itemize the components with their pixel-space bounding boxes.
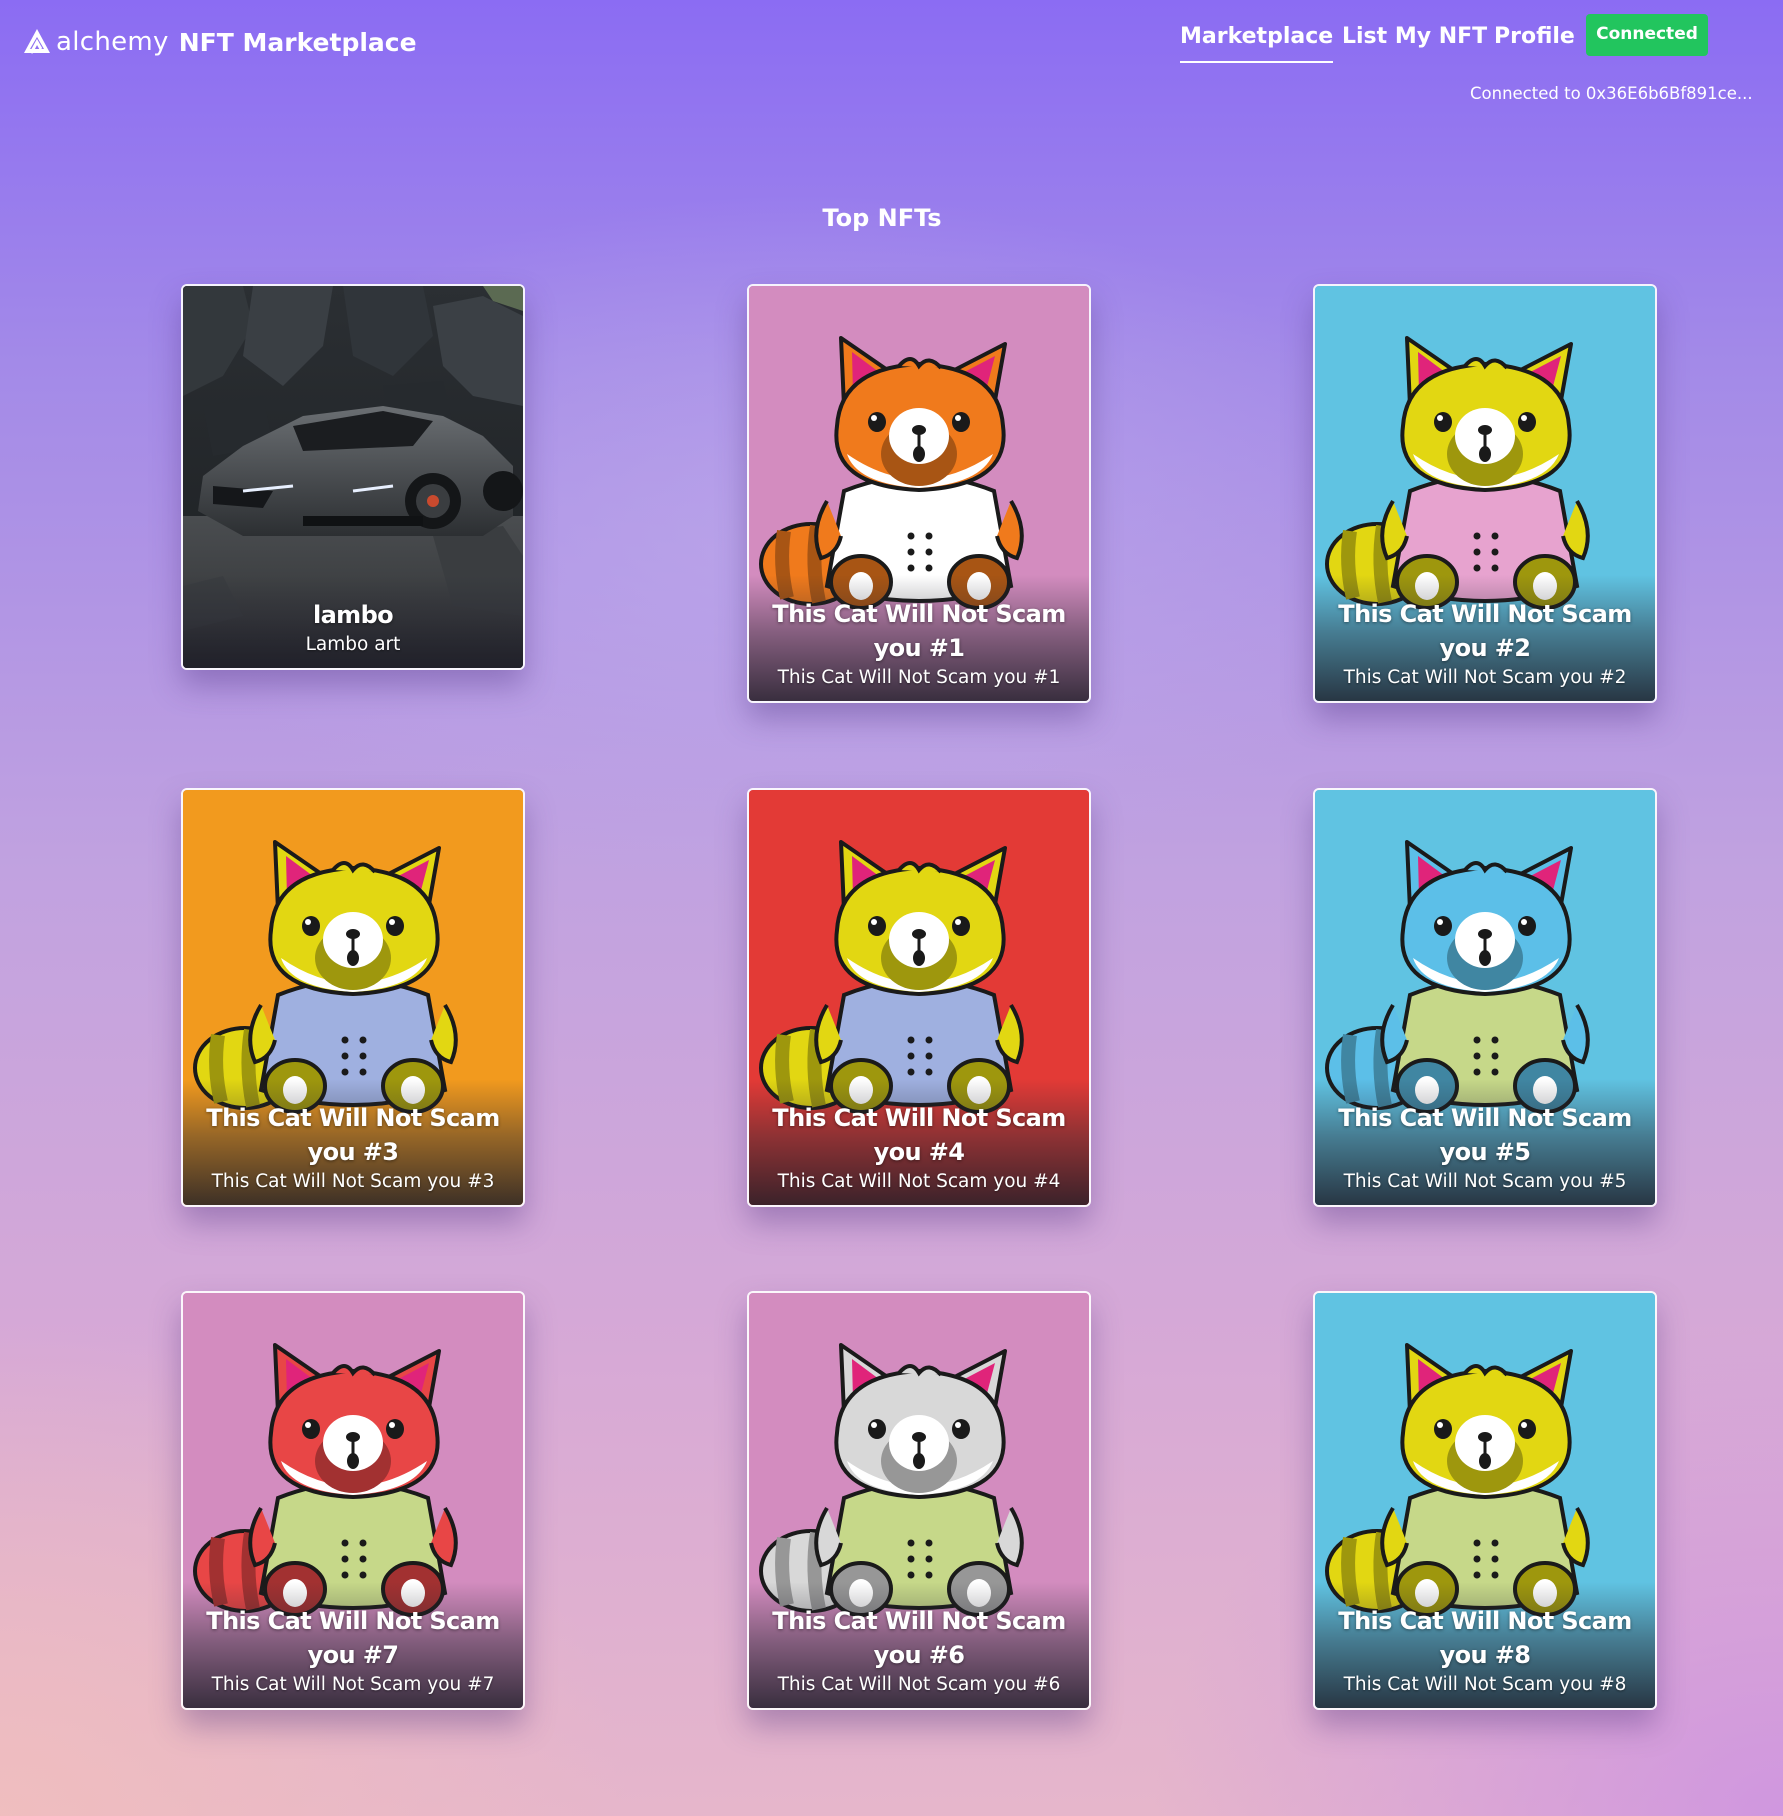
nft-card[interactable]: This Cat Will Not Scam you #5 This Cat W… [1313, 788, 1657, 1207]
nft-card[interactable]: This Cat Will Not Scam you #2 This Cat W… [1313, 284, 1657, 703]
nav-profile[interactable]: Profile [1494, 24, 1575, 49]
nft-title: lambo [312, 601, 394, 629]
nft-title: This Cat Will Not Scam you #5 [1338, 1104, 1632, 1166]
nft-caption: This Cat Will Not Scam you #7 This Cat W… [183, 1582, 523, 1708]
nft-description: This Cat Will Not Scam you #6 [777, 1674, 1061, 1695]
nft-caption: This Cat Will Not Scam you #6 This Cat W… [749, 1582, 1089, 1708]
nav-marketplace[interactable]: Marketplace [1180, 24, 1334, 63]
nft-description: Lambo art [305, 634, 401, 655]
nft-title: This Cat Will Not Scam you #7 [206, 1607, 500, 1669]
nft-card[interactable]: This Cat Will Not Scam you #4 This Cat W… [747, 788, 1091, 1207]
nft-description: This Cat Will Not Scam you #4 [777, 1171, 1061, 1192]
nft-title: This Cat Will Not Scam you #3 [206, 1104, 500, 1166]
nav-list-my-nft[interactable]: List My NFT [1342, 24, 1487, 49]
nft-title: This Cat Will Not Scam you #8 [1338, 1607, 1632, 1669]
nft-description: This Cat Will Not Scam you #8 [1343, 1674, 1627, 1695]
top-navbar: alchemy NFT Marketplace Marketplace List… [0, 0, 1783, 120]
nft-description: This Cat Will Not Scam you #5 [1343, 1171, 1627, 1192]
nft-title: This Cat Will Not Scam you #1 [772, 600, 1066, 662]
nft-caption: This Cat Will Not Scam you #4 This Cat W… [749, 1079, 1089, 1205]
nft-description: This Cat Will Not Scam you #7 [211, 1674, 495, 1695]
nft-caption: This Cat Will Not Scam you #2 This Cat W… [1315, 575, 1655, 701]
connect-wallet-button[interactable]: Connected [1586, 14, 1708, 56]
nft-card[interactable]: This Cat Will Not Scam you #3 This Cat W… [181, 788, 525, 1207]
nft-description: This Cat Will Not Scam you #1 [777, 667, 1061, 688]
nft-description: This Cat Will Not Scam you #2 [1343, 667, 1627, 688]
nft-caption: This Cat Will Not Scam you #8 This Cat W… [1315, 1582, 1655, 1708]
nft-caption: This Cat Will Not Scam you #3 This Cat W… [183, 1079, 523, 1205]
nft-card[interactable]: This Cat Will Not Scam you #8 This Cat W… [1313, 1291, 1657, 1710]
nft-card[interactable]: This Cat Will Not Scam you #1 This Cat W… [747, 284, 1091, 703]
nft-description: This Cat Will Not Scam you #3 [211, 1171, 495, 1192]
nft-caption: lambo Lambo art [183, 576, 523, 668]
nft-title: This Cat Will Not Scam you #6 [772, 1607, 1066, 1669]
nft-title: This Cat Will Not Scam you #4 [772, 1104, 1066, 1166]
nft-card[interactable]: lambo Lambo art [181, 284, 525, 670]
app-title: NFT Marketplace [178, 27, 417, 57]
nft-title: This Cat Will Not Scam you #2 [1338, 600, 1632, 662]
nft-caption: This Cat Will Not Scam you #1 This Cat W… [749, 575, 1089, 701]
connection-status: Connected to 0x36E6b6Bf891ce... [1470, 84, 1753, 103]
nft-card[interactable]: This Cat Will Not Scam you #7 This Cat W… [181, 1291, 525, 1710]
alchemy-logo-icon [22, 27, 52, 57]
brand-wordmark: alchemy [56, 27, 169, 57]
nft-caption: This Cat Will Not Scam you #5 This Cat W… [1315, 1079, 1655, 1205]
brand-logo[interactable]: alchemy NFT Marketplace [22, 22, 417, 62]
nft-card[interactable]: This Cat Will Not Scam you #6 This Cat W… [747, 1291, 1091, 1710]
section-title: Top NFTs [822, 204, 942, 232]
